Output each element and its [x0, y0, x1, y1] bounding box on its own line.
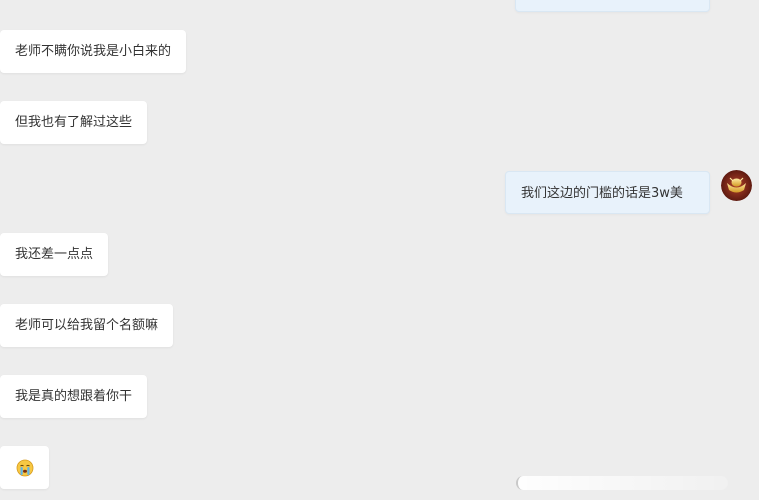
outgoing-message-bubble: 我们这边的门槛的话是3w美 [505, 171, 710, 214]
gold-ingot-avatar-icon[interactable] [721, 170, 752, 201]
incoming-message-bubble: 我是真的想跟着你干 [0, 375, 148, 418]
incoming-message-bubble: 我还差一点点 [0, 233, 109, 276]
incoming-message-bubble: 老师可以给我留个名额嘛 [0, 304, 174, 347]
message-text: 但我也有了解过这些 [15, 115, 133, 130]
message-text: 我还差一点点 [15, 247, 94, 262]
crying-face-emoji-icon [16, 459, 33, 476]
incoming-message-bubble: 老师不瞒你说我是小白来的 [0, 30, 187, 73]
message-text: 老师可以给我留个名额嘛 [15, 318, 159, 333]
incoming-message-bubble: 但我也有了解过这些 [0, 101, 148, 144]
scroll-indicator[interactable] [516, 476, 728, 490]
message-text: 我们这边的门槛的话是3w美 [521, 186, 683, 201]
incoming-emoji-bubble [0, 446, 49, 489]
chat-window: 老师不瞒你说我是小白来的 但我也有了解过这些 我们这边的门槛的话是3w美 我还差… [0, 0, 759, 500]
message-text: 老师不瞒你说我是小白来的 [15, 44, 172, 59]
message-text: 我是真的想跟着你干 [15, 389, 133, 404]
outgoing-message-bubble-partial [515, 0, 710, 12]
